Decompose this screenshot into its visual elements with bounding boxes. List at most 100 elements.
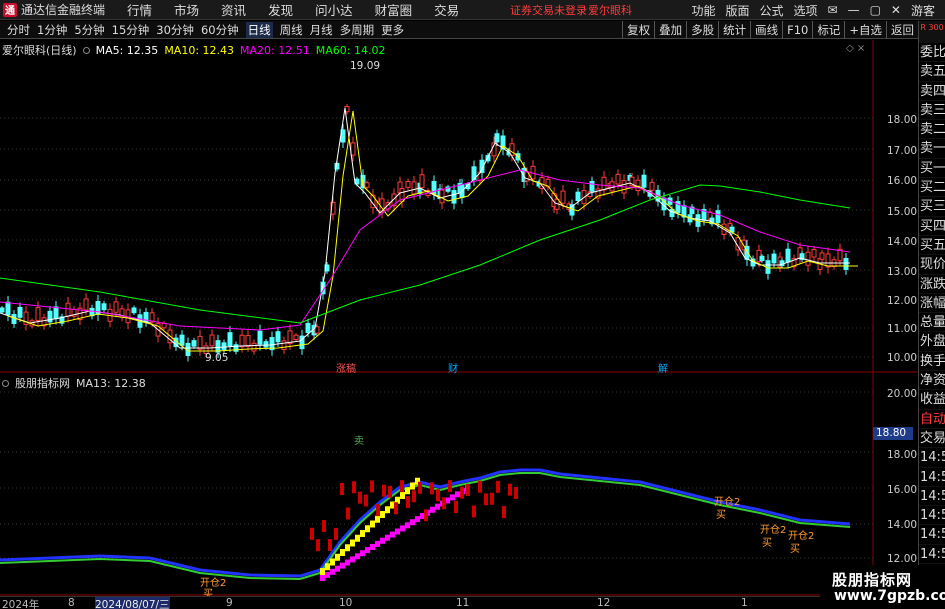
period-30min[interactable]: 30分钟 bbox=[156, 22, 194, 38]
period-daily[interactable]: 日线 bbox=[245, 21, 273, 38]
quote-field: 买二 bbox=[919, 178, 945, 198]
candle-body bbox=[589, 180, 595, 192]
multi-stock-button[interactable]: 多股 bbox=[686, 21, 718, 39]
menu-assistant[interactable]: 问小达 bbox=[315, 0, 353, 19]
watermark-url: www.7gpzb.com bbox=[834, 588, 945, 604]
menu-options[interactable]: 选项 bbox=[794, 2, 818, 19]
indicator-tick: 14.00 bbox=[887, 519, 918, 531]
event-marker[interactable]: 解 bbox=[656, 360, 670, 375]
indicator-step-yellow bbox=[405, 487, 410, 495]
settings-circle-icon[interactable] bbox=[82, 46, 90, 54]
minimize-icon[interactable]: — bbox=[848, 3, 860, 17]
period-15min[interactable]: 15分钟 bbox=[112, 22, 150, 38]
menu-formula[interactable]: 公式 bbox=[759, 2, 783, 19]
period-intraday[interactable]: 分时 bbox=[7, 22, 30, 38]
overlay-button[interactable]: 叠加 bbox=[654, 21, 686, 39]
period-more[interactable]: 更多 bbox=[381, 22, 404, 38]
menu-layout[interactable]: 版面 bbox=[725, 2, 749, 19]
candle-body bbox=[615, 173, 621, 185]
period-multi[interactable]: 多周期 bbox=[340, 22, 375, 38]
add-watchlist-button[interactable]: +自选 bbox=[844, 21, 886, 39]
period-5min[interactable]: 5分钟 bbox=[74, 22, 104, 38]
menu-discover[interactable]: 发现 bbox=[268, 0, 293, 19]
menu-function[interactable]: 功能 bbox=[691, 2, 715, 19]
indicator-candle bbox=[514, 487, 518, 500]
close-icon[interactable]: ✕ bbox=[891, 3, 901, 17]
candle-body bbox=[305, 322, 311, 334]
event-marker[interactable]: 涨稿 bbox=[334, 360, 358, 375]
indicator-step-magenta bbox=[390, 531, 395, 538]
quote-field: 总量 bbox=[919, 313, 945, 333]
selected-date[interactable]: 2024/08/07/三 bbox=[95, 597, 170, 609]
adjust-button[interactable]: 复权 bbox=[622, 21, 654, 39]
indicator-step-magenta bbox=[380, 537, 385, 544]
trade-login-notice[interactable]: 证券交易未登录 bbox=[510, 2, 587, 18]
indicator-candle bbox=[352, 481, 356, 494]
draw-line-button[interactable]: 画线 bbox=[750, 21, 782, 39]
indicator-step-yellow bbox=[340, 549, 345, 556]
candle-body bbox=[227, 332, 233, 347]
period-weekly[interactable]: 周线 bbox=[280, 22, 303, 38]
price-tick: 17.00 bbox=[887, 145, 918, 157]
buy-signal: 买 bbox=[762, 538, 772, 549]
indicator-step-magenta bbox=[430, 506, 435, 513]
event-marker[interactable]: 财 bbox=[446, 360, 460, 375]
ma10-line bbox=[7, 110, 858, 352]
candle-body bbox=[411, 181, 417, 195]
candle-body bbox=[197, 335, 203, 350]
date-tick: 11 bbox=[456, 597, 470, 609]
indicator-candle bbox=[364, 494, 368, 507]
candle-body bbox=[825, 253, 831, 268]
menu-market[interactable]: 行情 bbox=[127, 0, 152, 19]
back-button[interactable]: 返回 bbox=[886, 21, 918, 39]
menu-markets[interactable]: 市场 bbox=[174, 0, 199, 19]
candle-body bbox=[635, 179, 641, 191]
period-60min[interactable]: 60分钟 bbox=[201, 22, 239, 38]
period-monthly[interactable]: 月线 bbox=[310, 22, 333, 38]
settings-circle-icon[interactable] bbox=[2, 379, 9, 387]
indicator-candle bbox=[382, 484, 386, 497]
menu-news[interactable]: 资讯 bbox=[221, 0, 246, 19]
indicator-candle bbox=[496, 480, 500, 493]
indicator-candle bbox=[502, 506, 506, 519]
indicator-step-yellow bbox=[350, 539, 355, 547]
quote-field: 委比 bbox=[919, 43, 945, 63]
date-tick: 9 bbox=[226, 597, 233, 609]
trough-price-label: 9.05 bbox=[205, 352, 229, 364]
menu-trade[interactable]: 交易 bbox=[434, 0, 459, 19]
indicator-step-magenta bbox=[400, 525, 405, 532]
indicator-step-magenta bbox=[395, 528, 400, 535]
guest-user[interactable]: 游客 bbox=[911, 2, 935, 19]
maximize-icon[interactable]: ▢ bbox=[870, 3, 881, 17]
stats-button[interactable]: 统计 bbox=[718, 21, 750, 39]
indicator-step-magenta bbox=[385, 534, 390, 541]
candle-body bbox=[65, 302, 71, 317]
quote-field: 买三 bbox=[919, 197, 945, 217]
indicator-step-yellow bbox=[410, 482, 415, 490]
menu-community[interactable]: 财富圈 bbox=[375, 0, 413, 19]
candle-body bbox=[257, 330, 263, 345]
period-1min[interactable]: 1分钟 bbox=[37, 22, 67, 38]
indicator-step-magenta bbox=[435, 503, 440, 510]
watermark-title: 股朋指标网 bbox=[832, 571, 913, 589]
indicator-step-magenta bbox=[375, 540, 380, 547]
indicator-step-yellow bbox=[355, 534, 360, 542]
quote-field: 买五 bbox=[919, 236, 945, 256]
candle-body bbox=[364, 182, 370, 188]
price-tick: 11.00 bbox=[887, 323, 918, 335]
indicator-step-yellow bbox=[365, 525, 370, 533]
app-window: 通 通达信金融终端 行情 市场 资讯 发现 问小达 财富圈 交易 证券交易未登录… bbox=[0, 0, 945, 609]
indicator-candle bbox=[454, 500, 458, 513]
indicator-candle bbox=[346, 507, 350, 520]
indicator-candle bbox=[442, 497, 446, 510]
candle-body bbox=[17, 306, 23, 318]
f10-button[interactable]: F10 bbox=[782, 21, 812, 39]
indicator-candle bbox=[484, 493, 488, 506]
candle-body bbox=[771, 253, 777, 264]
indicator-step-magenta bbox=[365, 547, 370, 554]
mark-button[interactable]: 标记 bbox=[812, 21, 844, 39]
indicator-step-magenta bbox=[405, 522, 410, 529]
mail-icon[interactable]: ✉ bbox=[828, 3, 838, 17]
collapse-icon[interactable]: ◇ × bbox=[846, 43, 865, 54]
date-tick: 10 bbox=[339, 597, 353, 609]
